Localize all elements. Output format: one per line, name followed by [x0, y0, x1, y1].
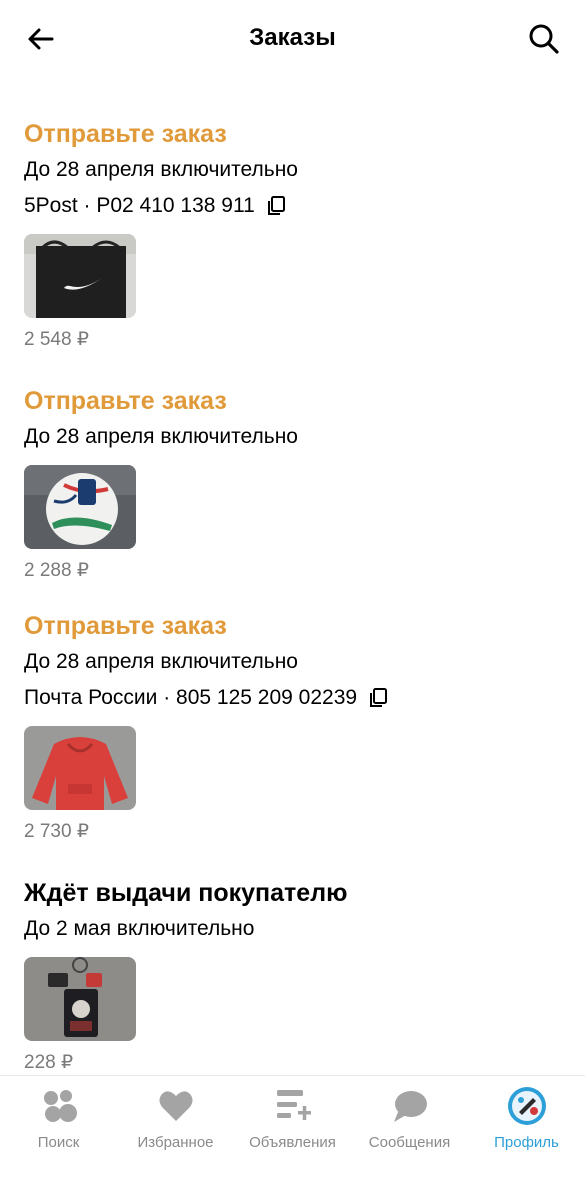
copy-icon[interactable] — [367, 687, 389, 709]
nav-item-search[interactable]: Поиск — [0, 1086, 117, 1151]
search-icon[interactable] — [527, 22, 561, 56]
order-card[interactable]: Отправьте заказ До 28 апреля включительн… — [24, 608, 564, 875]
nav-label: Профиль — [494, 1134, 559, 1151]
order-status: Ждёт выдачи покупателю — [24, 879, 348, 907]
chat-icon — [393, 1091, 427, 1122]
order-status: Отправьте заказ — [24, 612, 227, 640]
order-status: Отправьте заказ — [24, 120, 227, 148]
page-title: Заказы — [249, 24, 336, 51]
order-card[interactable]: Отправьте заказ До 28 апреля включительн… — [24, 116, 564, 383]
nav-item-ads[interactable]: Объявления — [234, 1086, 351, 1151]
header: Заказы — [0, 0, 585, 80]
order-tracking: 5Post · P02 410 138 911 — [24, 188, 564, 224]
order-tracking: Почта России · 805 125 209 02239 — [24, 680, 564, 716]
product-image-hoodie[interactable] — [24, 726, 136, 810]
nav-item-messages[interactable]: Сообщения — [351, 1086, 468, 1151]
nav-label: Объявления — [249, 1134, 336, 1151]
avatar-icon — [507, 1087, 546, 1125]
order-card[interactable]: Ждёт выдачи покупателю До 2 мая включите… — [24, 875, 564, 1077]
order-deadline: До 28 апреля включительно — [24, 158, 298, 181]
order-deadline: До 28 апреля включительно — [24, 650, 298, 673]
orders-list: Отправьте заказ До 28 апреля включительн… — [24, 116, 564, 1077]
nav-label: Избранное — [137, 1134, 214, 1151]
order-price: 2 288 ₽ — [24, 560, 89, 581]
product-image-bag[interactable] — [24, 234, 136, 318]
product-image-ball[interactable] — [24, 465, 136, 549]
heart-icon — [159, 1091, 192, 1121]
order-card[interactable]: Отправьте заказ До 28 апреля включительн… — [24, 383, 564, 608]
tracking-number: 5Post · P02 410 138 911 — [24, 194, 255, 217]
tracking-number: Почта России · 805 125 209 02239 — [24, 686, 358, 709]
nav-item-profile[interactable]: Профиль — [468, 1086, 585, 1151]
ads-icon — [276, 1090, 311, 1120]
nav-item-favorites[interactable]: Избранное — [117, 1086, 234, 1151]
order-deadline: До 28 апреля включительно — [24, 425, 298, 448]
order-price: 228 ₽ — [24, 1052, 74, 1073]
order-deadline: До 2 мая включительно — [24, 917, 255, 940]
search-circles-icon — [43, 1090, 77, 1122]
copy-icon[interactable] — [265, 195, 287, 217]
nav-label: Поиск — [37, 1134, 80, 1151]
order-status: Отправьте заказ — [24, 387, 227, 415]
bottom-nav: Поиск Избранное Объявления Сообщения Про… — [0, 1075, 585, 1200]
nav-label: Сообщения — [368, 1134, 451, 1151]
order-price: 2 730 ₽ — [24, 821, 89, 842]
order-price: 2 548 ₽ — [24, 329, 89, 350]
product-image-keychain[interactable] — [24, 957, 136, 1041]
